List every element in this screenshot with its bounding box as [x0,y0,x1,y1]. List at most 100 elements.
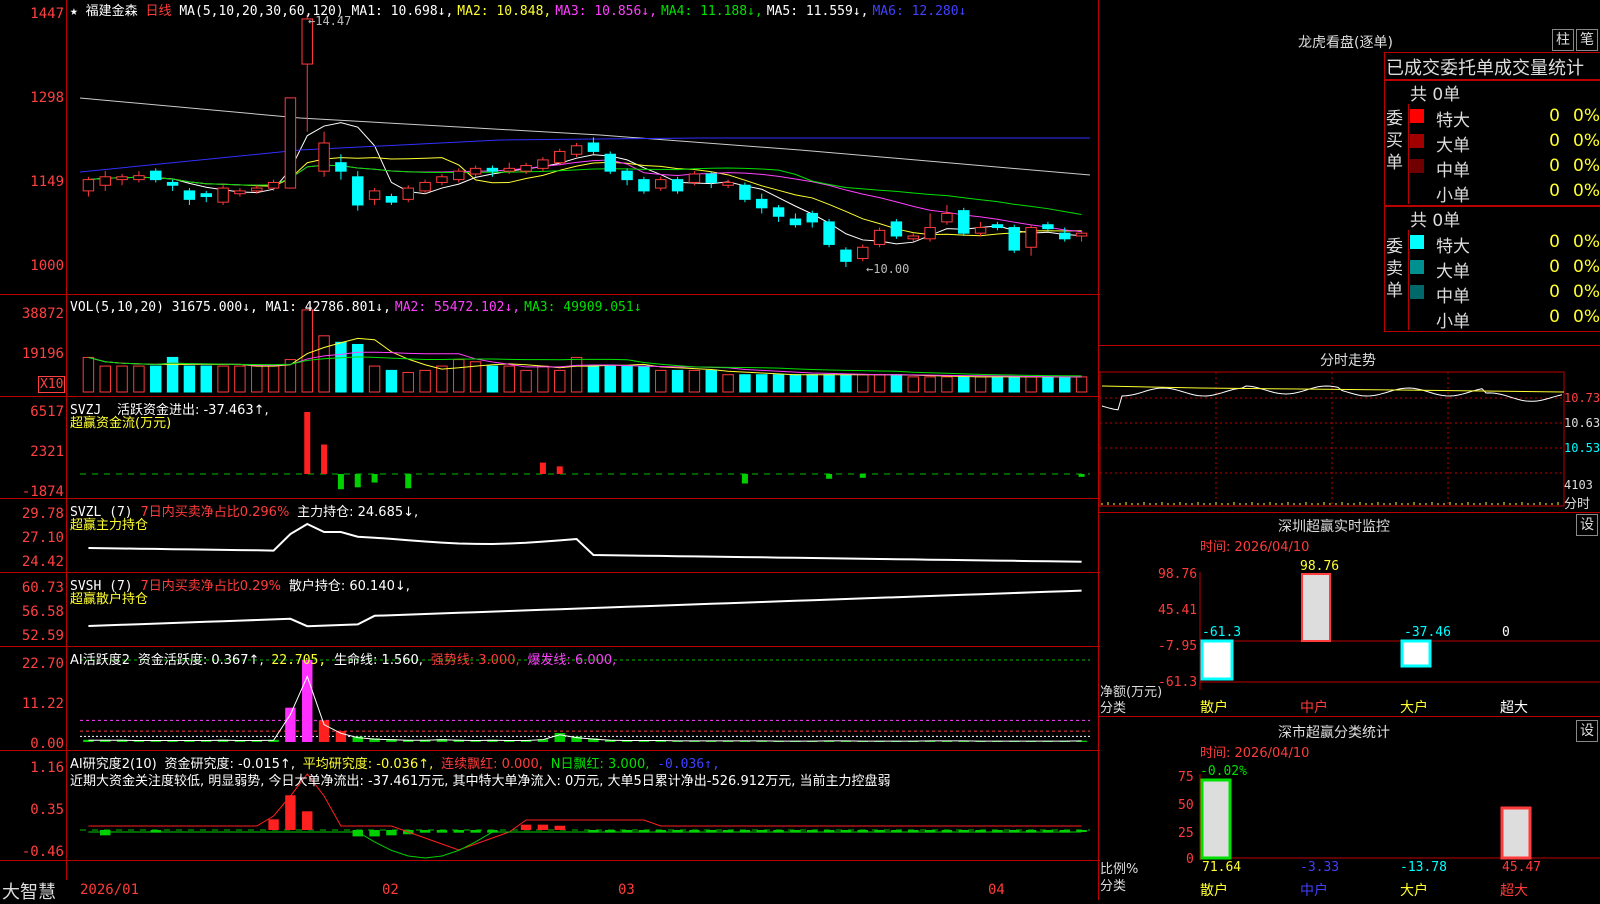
volume-bar [133,365,145,393]
ss-header-line [1098,716,1600,717]
sell-side-divider [1408,230,1409,330]
svzj-bar [741,474,748,484]
xaxis-label-apr: 04 [988,882,1005,898]
svsh-subtitle: 超赢散户持仓 [70,592,149,607]
row-percent: 0% [1573,232,1600,252]
fs-axis-3: 10.53 [1564,441,1600,455]
candle-body [537,159,549,169]
swatch [1410,310,1424,324]
ai2-bar [436,830,448,833]
candle-body [1042,224,1054,230]
svzj-bar [1078,474,1085,477]
volume-bar [655,369,667,393]
stock-name[interactable]: 福建金森 [86,4,138,19]
ai1-axis-top: 22.70 [21,656,64,672]
sz-val-dahu: -37.46 [1404,625,1451,640]
vol-ma-value-0: MA1: 42786.801↓, [265,300,391,315]
row-count: 0 [1549,257,1560,277]
candle-body [436,176,448,183]
ss-axis-3: 25 [1178,826,1194,841]
volume-bar [890,374,903,393]
candle-body [82,179,95,192]
volume-bar [873,374,886,393]
volume-bar [385,369,398,393]
order-stats-tabs[interactable]: 已成交委托单成交量统计 [1386,54,1584,80]
xaxis-label-jan: 2026/01 [80,882,140,898]
main-chart-canvas[interactable] [0,0,1100,880]
row-percent: 0% [1573,131,1600,151]
swatch [1410,159,1424,173]
candle-body [402,187,414,200]
volume-bar [924,376,936,393]
candle-body [1059,232,1071,240]
volume-bar [234,365,246,393]
favorite-star-icon[interactable]: ★ [70,4,78,19]
candle-body [688,173,701,183]
volume-bar [150,365,162,393]
buy-row: 大单 0 0% [1410,131,1600,156]
fs-avg-line [1101,385,1565,393]
volume-bar [520,369,532,393]
svzl-axis-top: 29.78 [21,506,64,522]
volume-bar [1025,376,1037,393]
sz-val-chaoda: 0 [1502,625,1510,640]
row-count: 0 [1549,131,1560,151]
ma-value-2: MA3: 10.856↓, [555,4,657,19]
sz-val-zhonghu: 98.76 [1300,559,1340,574]
sz-bar-sanhu [1200,639,1234,681]
longhu-title: 龙虎看盘(逐单) [1298,35,1393,51]
candle-body [840,249,852,262]
svzl-subtitle: 超赢主力持仓 [70,518,149,533]
swatch [1410,285,1424,299]
candle-body [655,179,667,189]
ss-cat-zhonghu: 中户 [1300,883,1328,899]
svzj-bar [321,444,328,474]
candle-body [570,145,583,155]
row-label: 大单 [1436,262,1470,282]
vol-ma-value-2: MA3: 49909.051↓ [524,300,642,315]
candle-body [217,187,229,203]
buy-row: 中单 0 0% [1410,156,1600,181]
ss-xlabel: 分类 [1100,879,1127,894]
price-axis-1149: 1149 [30,174,64,190]
ma30-line [88,164,1082,216]
price-axis-1000: 1000 [30,258,64,274]
volume-bar [301,309,313,393]
sz-cat-chaoda: 超大 [1500,700,1528,716]
row-label: 中单 [1436,287,1470,307]
volume-bar [756,374,768,393]
ss-settings-button[interactable]: 设 [1576,720,1598,742]
vol-value: 31675.000↓, [171,300,258,315]
volume-bar [554,369,566,393]
ai2-bar [419,830,431,833]
row-label: 小单 [1436,312,1470,332]
row-count: 0 [1549,232,1560,252]
volume-bar [671,369,684,393]
sz-header-line [1098,512,1600,513]
volume-bar [587,365,600,393]
period-label[interactable]: 日线 [146,4,172,19]
sell-row: 中单 0 0% [1410,282,1600,307]
candle-body [166,181,179,186]
volume-bar [621,365,633,393]
candle-body [772,207,785,217]
ss-cat-sanhu: 散户 [1200,883,1228,899]
tick-view-button[interactable]: 笔 [1576,29,1598,51]
candle-body [554,150,566,164]
volume-bar [688,369,701,393]
ai2-axis-top: 1.16 [30,760,64,776]
ss-axis-4: 0 [1186,852,1194,867]
svzj-bar [304,412,311,474]
ma-values: MA1: 10.698↓, MA2: 10.848, MA3: 10.856↓, MA… [352,4,971,19]
buy-row: 小单 0 0% [1410,181,1600,206]
column-view-button[interactable]: 柱 [1552,29,1574,51]
candle-body [1008,227,1020,251]
volume-bar [183,365,196,393]
svzj-bar [354,474,361,488]
row-percent: 0% [1573,307,1600,327]
vol-axis-mid: 19196 [21,346,64,362]
ai2-axis-mid: 0.35 [30,802,64,818]
xaxis-label-mar: 03 [618,882,635,898]
sz-settings-button[interactable]: 设 [1576,514,1598,536]
row-label: 大单 [1436,136,1470,156]
